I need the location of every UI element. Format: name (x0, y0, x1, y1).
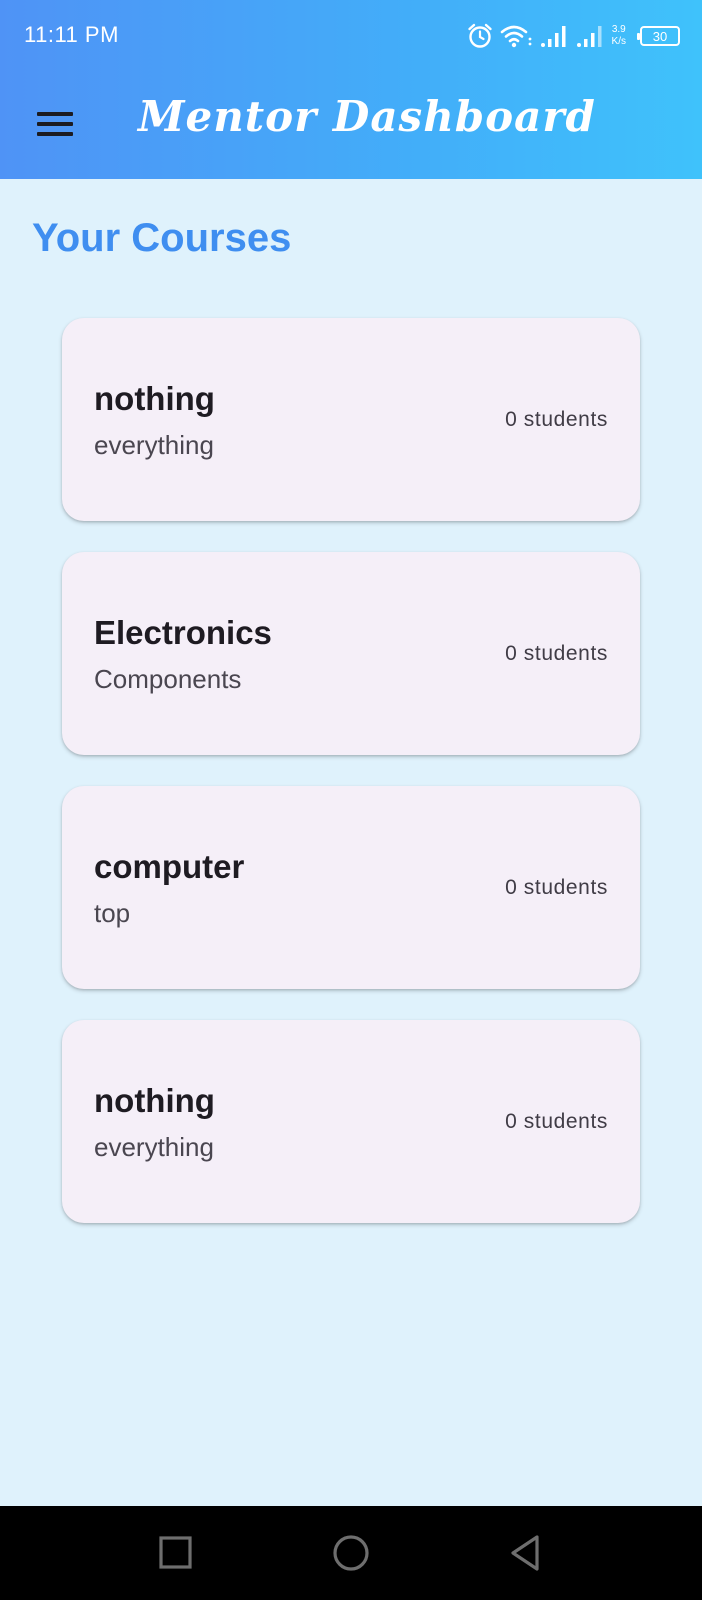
course-description: top (94, 898, 131, 928)
back-triangle-icon[interactable] (501, 1528, 551, 1578)
recents-square-icon[interactable] (151, 1528, 201, 1578)
student-count: 0 students (505, 642, 608, 665)
system-nav-bar (0, 1506, 702, 1600)
signal-icon (576, 24, 602, 48)
course-description: everything (94, 1132, 214, 1162)
app-bar: 11:11 PM 3.9 K/s 30 Mentor Dashboard (0, 0, 702, 179)
home-circle-icon[interactable] (326, 1528, 376, 1578)
alarm-icon (466, 22, 494, 50)
status-bar: 11:11 PM 3.9 K/s 30 (0, 0, 702, 72)
net-speed: 3.9 K/s (612, 24, 626, 48)
status-icons: 3.9 K/s 30 (466, 20, 680, 52)
course-card[interactable]: computer top 0 students (62, 786, 640, 989)
student-count: 0 students (505, 408, 608, 431)
course-description: everything (94, 430, 214, 460)
battery-icon: 30 (637, 26, 680, 46)
course-name: Electronics (94, 614, 272, 651)
course-description: Components (94, 664, 242, 694)
section-title: Your Courses (32, 216, 292, 260)
status-time: 11:11 PM (24, 22, 119, 47)
net-speed-unit: K/s (611, 36, 626, 47)
course-card[interactable]: nothing everything 0 students (62, 318, 640, 521)
wifi-icon (500, 23, 534, 49)
student-count: 0 students (505, 1110, 608, 1133)
signal-icon (540, 24, 570, 48)
app-title: Mentor Dashboard (138, 92, 596, 141)
course-name: nothing (94, 380, 215, 417)
course-card[interactable]: nothing everything 0 students (62, 1020, 640, 1223)
course-list: nothing everything 0 students Electronic… (62, 318, 640, 1254)
hamburger-menu-icon[interactable] (30, 104, 80, 144)
course-name: nothing (94, 1082, 215, 1119)
battery-level: 30 (652, 28, 668, 44)
student-count: 0 students (505, 876, 608, 899)
course-card[interactable]: Electronics Components 0 students (62, 552, 640, 755)
course-name: computer (94, 848, 245, 885)
net-speed-value: 3.9 (611, 24, 626, 35)
